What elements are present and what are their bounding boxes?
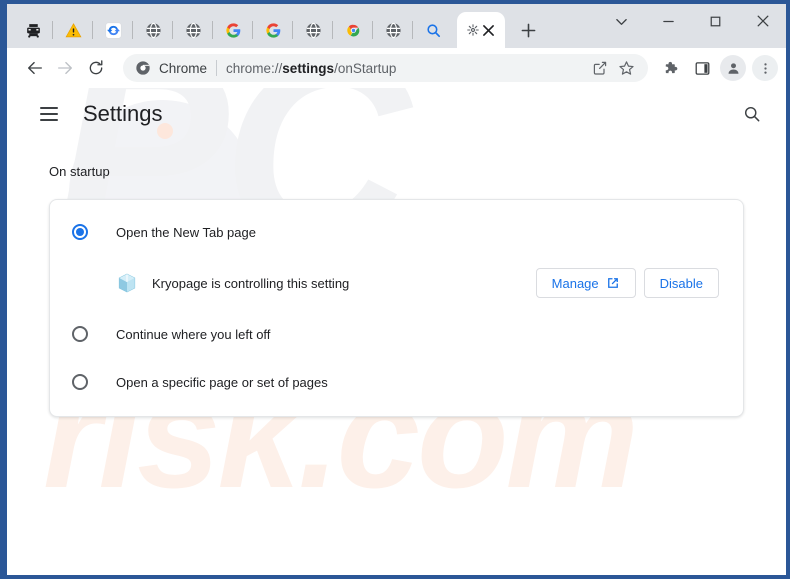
tab-search-button[interactable]: [598, 4, 645, 38]
pinned-tab-globe-2[interactable]: [173, 13, 213, 47]
pinned-tab-search[interactable]: [413, 13, 453, 47]
globe-icon: [385, 22, 401, 38]
minimize-icon: [663, 20, 674, 22]
globe-icon: [305, 22, 321, 38]
globe-icon: [185, 22, 201, 38]
chrome-sync-refresh-icon: [104, 21, 122, 39]
address-bar[interactable]: Chrome chrome://settings/onStartup: [123, 54, 648, 82]
radio-label-specific-pages: Open a specific page or set of pages: [116, 374, 328, 390]
pinned-tab-refresh[interactable]: [93, 13, 133, 47]
radio-row-specific-pages[interactable]: Open a specific page or set of pages: [50, 358, 743, 406]
settings-gear-icon: [466, 24, 479, 36]
plus-icon: [521, 23, 535, 37]
chrome-logo-icon: [346, 24, 359, 36]
globe-icon: [145, 22, 161, 38]
arrow-left-icon: [28, 61, 42, 75]
google-g-icon: [225, 22, 240, 38]
page-title: Settings: [83, 101, 163, 126]
search-icon: [744, 106, 760, 122]
bookmark-button[interactable]: [614, 56, 638, 80]
hamburger-bar: [40, 119, 58, 121]
reload-icon: [89, 60, 103, 75]
profile-button[interactable]: [720, 55, 746, 81]
main-menu-button[interactable]: [31, 96, 67, 132]
forward-button[interactable]: [51, 54, 79, 82]
extensions-button[interactable]: [658, 54, 686, 82]
omnibox-actions: [588, 56, 638, 80]
browser-window-inner: Chrome chrome://settings/onStartup PC ri…: [7, 4, 786, 575]
radio-label-new-tab-page: Open the New Tab page: [116, 224, 256, 240]
on-startup-card: Open the New Tab page Kryopage is contro…: [49, 199, 744, 417]
active-tab-settings[interactable]: [457, 12, 505, 48]
omnibox-chrome-label: Chrome: [159, 60, 208, 76]
radio-row-continue-where-left-off[interactable]: Continue where you left off: [50, 310, 743, 358]
extension-control-notice: Kryopage is controlling this setting Man…: [50, 256, 743, 310]
three-dots-vertical-icon: [763, 62, 767, 74]
chrome-logo-icon: [136, 61, 150, 75]
omnibox-divider: [216, 60, 218, 76]
extension-cube-icon: [118, 273, 136, 293]
pinned-tab-google-2[interactable]: [253, 13, 293, 47]
url-suffix: /onStartup: [334, 60, 397, 76]
settings-search-button[interactable]: [734, 96, 770, 132]
share-page-button[interactable]: [588, 56, 612, 80]
search-magnifier-icon: [426, 23, 440, 37]
external-link-icon: [607, 278, 618, 288]
pinned-tab-globe-1[interactable]: [133, 13, 173, 47]
side-panel-icon: [695, 61, 709, 75]
radio-row-new-tab-page[interactable]: Open the New Tab page: [50, 208, 743, 256]
minimize-button[interactable]: [645, 4, 692, 38]
close-icon: [757, 15, 768, 27]
person-icon: [728, 62, 738, 74]
printer-icon: [26, 23, 40, 38]
new-tab-button[interactable]: [511, 13, 545, 47]
settings-header: Settings: [7, 88, 786, 140]
window-controls: [598, 4, 786, 38]
pinned-tab-globe-4[interactable]: [373, 13, 413, 47]
url-bold-segment: settings: [282, 60, 335, 76]
close-window-button[interactable]: [739, 4, 786, 38]
browser-toolbar: Chrome chrome://settings/onStartup: [7, 48, 786, 88]
chevron-down-icon: [616, 18, 627, 25]
disable-button-label: Disable: [659, 275, 703, 291]
back-button[interactable]: [21, 54, 49, 82]
omnibox-url: chrome://settings/onStartup: [226, 61, 396, 76]
radio-label-continue-where-left-off: Continue where you left off: [116, 326, 271, 342]
extension-control-text: Kryopage is controlling this setting: [152, 275, 350, 291]
browser-window: Chrome chrome://settings/onStartup PC ri…: [0, 0, 790, 579]
url-prefix: chrome://: [226, 60, 283, 76]
section-title-on-startup: On startup: [49, 164, 110, 179]
share-icon: [593, 61, 607, 75]
radio-specific-pages[interactable]: [72, 374, 88, 390]
close-tab-button[interactable]: [482, 23, 496, 37]
pinned-tabs-group: [13, 13, 453, 47]
pinned-tab-warning[interactable]: [53, 13, 93, 47]
hamburger-bar: [40, 113, 58, 115]
extension-control-buttons: Manage Disable: [535, 268, 719, 298]
google-g-icon: [265, 22, 280, 38]
settings-page: PC risk.com Settings On startup Open the…: [7, 88, 786, 575]
hamburger-bar: [40, 107, 58, 109]
pinned-tab-google-1[interactable]: [213, 13, 253, 47]
pinned-tab-globe-3[interactable]: [293, 13, 333, 47]
close-icon: [483, 24, 494, 36]
puzzle-icon: [665, 61, 677, 73]
manage-button[interactable]: Manage: [535, 268, 636, 298]
maximize-button[interactable]: [692, 4, 739, 38]
disable-button[interactable]: Disable: [643, 268, 719, 298]
arrow-right-icon: [58, 61, 72, 75]
reload-button[interactable]: [81, 54, 111, 82]
radio-continue-where-left-off[interactable]: [72, 326, 88, 342]
pinned-tab-chrome[interactable]: [333, 13, 373, 47]
pinned-tab-printer[interactable]: [13, 13, 53, 47]
warning-triangle-icon: [65, 22, 81, 37]
side-panel-button[interactable]: [688, 54, 716, 82]
radio-new-tab-page[interactable]: [72, 224, 88, 240]
chrome-menu-button[interactable]: [752, 55, 778, 81]
manage-button-label: Manage: [551, 275, 599, 291]
maximize-icon: [710, 16, 721, 26]
tab-strip: [7, 4, 786, 48]
star-icon: [618, 60, 634, 75]
